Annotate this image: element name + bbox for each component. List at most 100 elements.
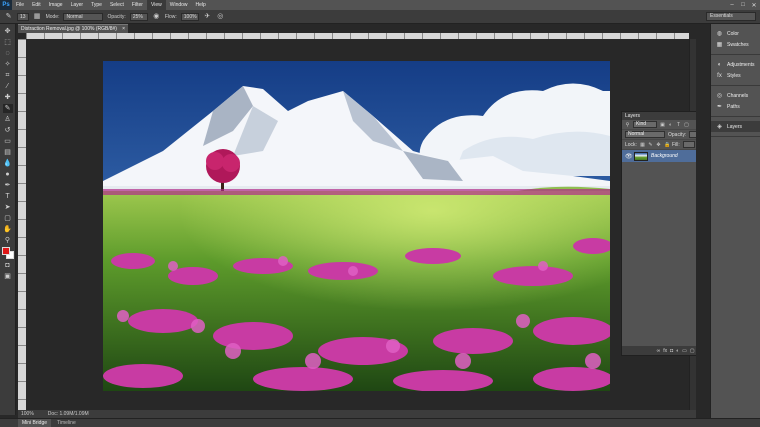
photoshop-logo-icon: Ps <box>0 0 12 10</box>
adjustments-icon: ◐ <box>717 61 722 68</box>
zoom-tool-icon[interactable]: ⚲ <box>3 236 13 245</box>
dock-paths-button[interactable]: ✒ Paths <box>711 101 760 112</box>
tab-timeline[interactable]: Timeline <box>53 419 80 427</box>
maximize-icon[interactable]: □ <box>739 2 747 9</box>
status-bar: 100% Doc: 1.09M/1.09M <box>18 410 696 418</box>
document-image[interactable] <box>103 61 610 391</box>
quick-select-tool-icon[interactable]: ✧ <box>3 60 13 69</box>
filter-shape-icon[interactable]: ▢ <box>684 122 689 128</box>
eyedropper-tool-icon[interactable]: ⁄ <box>3 82 13 91</box>
layer-fill-field[interactable] <box>682 141 695 148</box>
menu-edit[interactable]: Edit <box>28 0 45 10</box>
marquee-tool-icon[interactable]: ⬚ <box>3 38 13 47</box>
pressure-size-icon[interactable]: ◎ <box>216 12 225 21</box>
move-tool-icon[interactable]: ✥ <box>3 27 13 36</box>
opacity-label: Opacity: <box>668 131 687 138</box>
menu-layer[interactable]: Layer <box>67 0 88 10</box>
lock-pixels-icon[interactable]: ✎ <box>648 142 653 148</box>
flow-field[interactable]: 100% <box>180 12 199 21</box>
screen-mode-icon[interactable]: ▣ <box>3 272 13 281</box>
layers-panel-title: Layers <box>625 113 641 119</box>
dock-group-color: ◍ Color ▦ Swatches <box>711 24 760 55</box>
menu-type[interactable]: Type <box>87 0 106 10</box>
mode-select[interactable]: Normal <box>63 12 104 21</box>
opacity-label: Opacity: <box>107 13 126 20</box>
menu-image[interactable]: Image <box>45 0 67 10</box>
lock-position-icon[interactable]: ✥ <box>656 142 661 148</box>
tab-mini-bridge[interactable]: Mini Bridge <box>18 419 52 427</box>
foreground-color-swatch[interactable] <box>1 247 10 255</box>
link-layers-icon[interactable]: ∞ <box>657 348 661 354</box>
blur-tool-icon[interactable]: 💧 <box>3 159 13 168</box>
airbrush-icon[interactable]: ✈ <box>203 12 212 21</box>
color-palette-icon: ◍ <box>716 31 723 37</box>
brush-tool-icon[interactable]: ✎ <box>4 12 13 21</box>
landscape-image <box>103 61 610 391</box>
dock-gap <box>696 24 710 418</box>
lock-transparent-icon[interactable]: ▦ <box>640 142 645 148</box>
mode-label: Mode: <box>45 13 60 20</box>
new-group-icon[interactable]: ▭ <box>682 348 687 354</box>
lasso-tool-icon[interactable]: ◌ <box>3 49 13 58</box>
eraser-tool-icon[interactable]: ▭ <box>3 137 13 146</box>
menu-window[interactable]: Window <box>166 0 192 10</box>
brush-panel-icon[interactable]: ▦ <box>33 12 42 21</box>
pressure-opacity-icon[interactable]: ◉ <box>152 12 161 21</box>
opacity-field[interactable]: 25% <box>129 12 148 21</box>
dock-group-layers: ◈ Layers <box>711 117 760 137</box>
menu-file[interactable]: File <box>12 0 28 10</box>
blend-mode-select[interactable]: Normal <box>625 131 665 138</box>
styles-icon: fx <box>717 72 722 79</box>
color-swatches[interactable] <box>1 247 14 259</box>
quick-mask-icon[interactable]: ◘ <box>3 261 13 270</box>
filter-adjust-icon[interactable]: ◐ <box>668 122 673 128</box>
swatches-icon: ▦ <box>716 42 723 48</box>
dock-channels-label: Channels <box>727 92 749 99</box>
zoom-level[interactable]: 100% <box>21 411 34 417</box>
gradient-tool-icon[interactable]: ▤ <box>3 148 13 157</box>
healing-brush-tool-icon[interactable]: ✚ <box>3 93 13 102</box>
path-select-tool-icon[interactable]: ➤ <box>3 203 13 212</box>
dock-styles-label: Styles <box>727 72 741 79</box>
clone-stamp-tool-icon[interactable]: ♙ <box>3 115 13 124</box>
filter-pixel-icon[interactable]: ▣ <box>660 122 665 128</box>
brush-size-picker[interactable]: 13 <box>17 12 29 21</box>
minimize-icon[interactable]: – <box>728 2 736 9</box>
menu-bar: Ps File Edit Image Layer Type Select Fil… <box>0 0 760 10</box>
fx-icon[interactable]: fx <box>663 348 667 354</box>
window-controls: – □ ✕ <box>728 0 758 10</box>
hand-tool-icon[interactable]: ✋ <box>3 225 13 234</box>
menu-help[interactable]: Help <box>192 0 210 10</box>
fill-label: Fill: <box>671 141 680 148</box>
menu-view[interactable]: View <box>146 0 166 10</box>
brush-tool-icon[interactable]: ✎ <box>2 104 13 113</box>
document-size-info[interactable]: Doc: 1.09M/1.09M <box>48 411 89 417</box>
dodge-tool-icon[interactable]: ● <box>3 170 13 179</box>
layer-thumbnail <box>634 151 648 161</box>
dock-group-adjustments: ◐ Adjustments fx Styles <box>711 55 760 86</box>
dock-styles-button[interactable]: fx Styles <box>711 70 760 81</box>
pen-tool-icon[interactable]: ✒ <box>3 181 13 190</box>
add-mask-icon[interactable]: ◘ <box>670 348 673 354</box>
adjustment-layer-icon[interactable]: ◐ <box>676 348 679 354</box>
workspace-select[interactable]: Essentials <box>706 12 756 21</box>
menu-filter[interactable]: Filter <box>128 0 147 10</box>
dock-layers-button[interactable]: ◈ Layers <box>711 121 760 132</box>
lock-all-icon[interactable]: 🔒 <box>664 142 670 148</box>
new-layer-icon[interactable]: ▢ <box>690 348 695 354</box>
layer-filter-select[interactable]: Kind <box>633 121 657 128</box>
history-brush-tool-icon[interactable]: ↺ <box>3 126 13 135</box>
filter-type-icon[interactable]: T <box>676 122 681 128</box>
dock-swatches-button[interactable]: ▦ Swatches <box>711 39 760 50</box>
dock-channels-button[interactable]: ◎ Channels <box>711 90 760 101</box>
dock-adjustments-button[interactable]: ◐ Adjustments <box>711 59 760 70</box>
shape-tool-icon[interactable]: ▢ <box>3 214 13 223</box>
document-tab[interactable]: Distraction Removal.jpg @ 100% (RGB/8#) … <box>18 24 128 33</box>
menu-select[interactable]: Select <box>106 0 128 10</box>
flow-label: Flow: <box>164 13 177 20</box>
visibility-eye-icon[interactable]: 👁 <box>625 153 633 160</box>
dock-color-button[interactable]: ◍ Color <box>711 28 760 39</box>
close-icon[interactable]: ✕ <box>750 2 758 9</box>
type-tool-icon[interactable]: T <box>3 192 13 201</box>
crop-tool-icon[interactable]: ⌗ <box>3 71 13 80</box>
